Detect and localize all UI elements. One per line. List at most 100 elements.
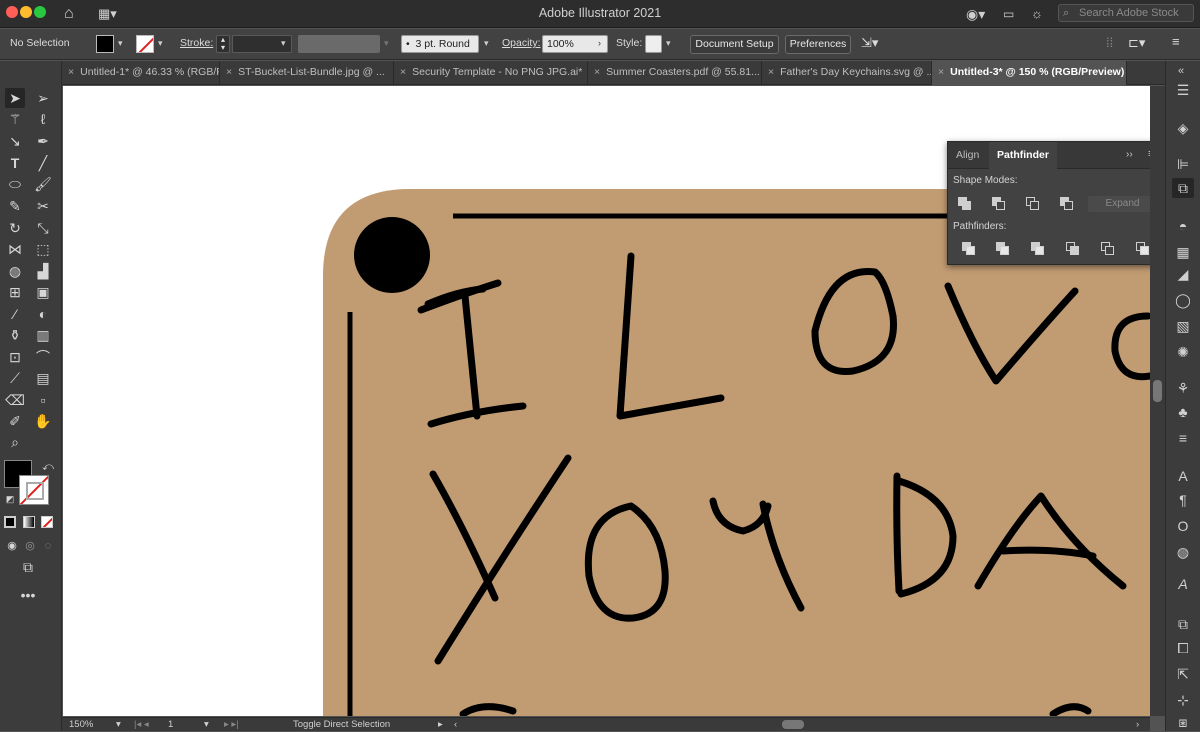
change-screen-mode-icon[interactable]: ⧉: [18, 557, 38, 577]
direct-selection-tool-icon[interactable]: ➢: [33, 88, 53, 108]
transform-panel-icon[interactable]: ⊹: [1172, 690, 1194, 710]
brush-definition-field[interactable]: • 3 pt. Round: [401, 35, 479, 53]
paintbrush-tool-icon[interactable]: 🖌: [33, 174, 53, 194]
chevron-down-icon[interactable]: ▾: [281, 38, 286, 49]
draw-normal-icon[interactable]: ◉: [2, 536, 22, 556]
chevron-down-icon[interactable]: ▾: [204, 719, 209, 730]
tab-untitled-3[interactable]: × Untitled-3* @ 150 % (RGB/Preview): [932, 61, 1127, 85]
gradient-tool-icon[interactable]: ▣: [33, 282, 53, 302]
pathfinder-icon[interactable]: ⧉: [1172, 178, 1194, 198]
collapse-panel-icon[interactable]: ››: [1126, 149, 1133, 160]
color-mode-icon[interactable]: [4, 516, 16, 528]
export-icon[interactable]: ⇱: [1172, 664, 1194, 684]
stroke-panel-icon[interactable]: ≡: [1172, 428, 1194, 448]
links-icon[interactable]: ⧉: [1172, 614, 1194, 634]
symbols-icon[interactable]: ♣: [1172, 402, 1194, 422]
tab-align[interactable]: Align: [948, 142, 987, 169]
puppet-warp-tool-icon[interactable]: ⟋: [5, 368, 25, 388]
close-tab-icon[interactable]: ×: [768, 66, 774, 78]
chevron-down-icon[interactable]: ▾: [158, 38, 163, 49]
tab-bucket-list[interactable]: × ST-Bucket-List-Bundle.jpg @ ...: [220, 61, 394, 85]
ellipse-tool-icon[interactable]: ⬭: [5, 174, 25, 194]
eyedropper-tool-icon[interactable]: ⁄: [5, 304, 25, 324]
pencil-tool-icon[interactable]: ✐: [5, 411, 25, 431]
artboard-tool-icon[interactable]: ⊡: [5, 347, 25, 367]
stroke-weight-stepper[interactable]: ▴ ▾: [216, 35, 230, 53]
exclude-icon[interactable]: [1060, 197, 1074, 211]
selection-tool-icon[interactable]: ➤: [5, 88, 25, 108]
user-search-icon[interactable]: ◉▾: [966, 4, 985, 24]
first-artboard-icon[interactable]: |◂ ◂: [134, 719, 149, 730]
chevron-down-icon[interactable]: ▾: [384, 38, 389, 49]
artboard-small-icon[interactable]: ▫: [33, 390, 53, 410]
horizontal-scroll-thumb[interactable]: [782, 720, 804, 729]
shaper-tool-icon[interactable]: ✎: [5, 196, 25, 216]
default-colors-icon[interactable]: ◩: [0, 489, 20, 509]
fill-swatch[interactable]: [96, 35, 114, 53]
next-artboard-icon[interactable]: ▸ ▸|: [224, 719, 239, 730]
close-tab-icon[interactable]: ×: [594, 66, 600, 78]
close-tab-icon[interactable]: ×: [68, 66, 74, 78]
appearance-icon[interactable]: ◓: [1172, 216, 1194, 236]
opacity-label[interactable]: Opacity:: [502, 37, 541, 49]
align-icon[interactable]: ⁞⁞: [1106, 35, 1113, 50]
eraser-tool-icon[interactable]: ⌫: [5, 390, 25, 410]
scroll-right-icon[interactable]: ›: [1136, 719, 1139, 730]
tab-untitled-1[interactable]: × Untitled-1* @ 46.33 % (RGB/P...: [62, 61, 220, 85]
chevron-down-icon[interactable]: ▾: [666, 38, 671, 49]
minus-front-icon[interactable]: [992, 197, 1006, 211]
trim-icon[interactable]: [996, 242, 1010, 256]
scroll-left-icon[interactable]: ‹: [454, 719, 457, 730]
minus-back-icon[interactable]: [1136, 242, 1150, 256]
tab-summer-coasters[interactable]: × Summer Coasters.pdf @ 55.81...: [588, 61, 762, 85]
stroke-label[interactable]: Stroke:: [180, 37, 213, 49]
gradient-mode-icon[interactable]: [23, 516, 35, 528]
draw-behind-icon[interactable]: ◎: [20, 536, 40, 556]
tab-fathers-day[interactable]: × Father's Day Keychains.svg @ ...: [762, 61, 932, 85]
magic-wand-tool-icon[interactable]: ⚚: [5, 109, 25, 129]
search-stock-input[interactable]: ⌕ Search Adobe Stock: [1058, 4, 1194, 22]
lightbulb-icon[interactable]: ☼: [1031, 4, 1043, 24]
arrange-documents-icon[interactable]: ▭: [1003, 4, 1014, 24]
chevron-down-icon[interactable]: ▾: [116, 719, 121, 730]
tab-security-template[interactable]: × Security Template - No PNG JPG.ai*: [394, 61, 588, 85]
swatches-icon[interactable]: ▦: [1172, 242, 1194, 262]
status-menu-icon[interactable]: ▸: [438, 719, 443, 730]
slice-tool-icon[interactable]: ⌒: [33, 347, 53, 367]
chevron-down-icon[interactable]: ▾: [118, 38, 123, 49]
chevron-down-icon[interactable]: ▾: [484, 38, 489, 49]
artboards-icon[interactable]: ⧠: [1172, 638, 1194, 658]
merge-icon[interactable]: [1031, 242, 1045, 256]
hand-tool-icon[interactable]: ✋: [33, 411, 53, 431]
color-icon[interactable]: ✺: [1172, 342, 1194, 362]
outline-icon[interactable]: [1101, 242, 1115, 256]
swap-fill-stroke-icon[interactable]: ⤺: [38, 457, 58, 477]
divide-icon[interactable]: [962, 242, 976, 256]
print-tiling-tool-icon[interactable]: ▤: [33, 368, 53, 388]
blend-tool-icon[interactable]: ◐: [33, 304, 53, 324]
free-transform-tool-icon[interactable]: ⬚: [33, 239, 53, 259]
preferences-button[interactable]: Preferences: [785, 35, 851, 54]
glyphs-icon[interactable]: ◍: [1172, 542, 1194, 562]
width-tool-icon[interactable]: ⋈: [5, 239, 25, 259]
mesh-tool-icon[interactable]: ⊞: [5, 282, 25, 302]
rotate-tool-icon[interactable]: ↻: [5, 218, 25, 238]
curvature-tool-icon[interactable]: ↘: [5, 131, 25, 151]
variable-width-profile[interactable]: [298, 35, 380, 53]
close-tab-icon[interactable]: ×: [938, 66, 944, 78]
scale-tool-icon[interactable]: ⤡: [33, 218, 53, 238]
pen-tool-icon[interactable]: ✒: [33, 131, 53, 151]
stroke-swatch[interactable]: [136, 35, 154, 53]
arrange-icon[interactable]: ⇲▾: [861, 35, 878, 51]
line-segment-tool-icon[interactable]: ╱: [33, 153, 53, 173]
perspective-grid-tool-icon[interactable]: ▟: [33, 261, 53, 281]
shape-builder-tool-icon[interactable]: ◍: [5, 261, 25, 281]
chevron-right-icon[interactable]: ›: [598, 38, 601, 48]
gradient-panel-icon[interactable]: ◢: [1172, 264, 1194, 284]
tab-pathfinder[interactable]: Pathfinder: [989, 142, 1057, 169]
column-graph-tool-icon[interactable]: ▥: [33, 325, 53, 345]
unite-icon[interactable]: [958, 197, 972, 211]
brushes-icon[interactable]: ⚘: [1172, 378, 1194, 398]
close-tab-icon[interactable]: ×: [226, 66, 232, 78]
edit-toolbar-icon[interactable]: •••: [18, 585, 38, 605]
